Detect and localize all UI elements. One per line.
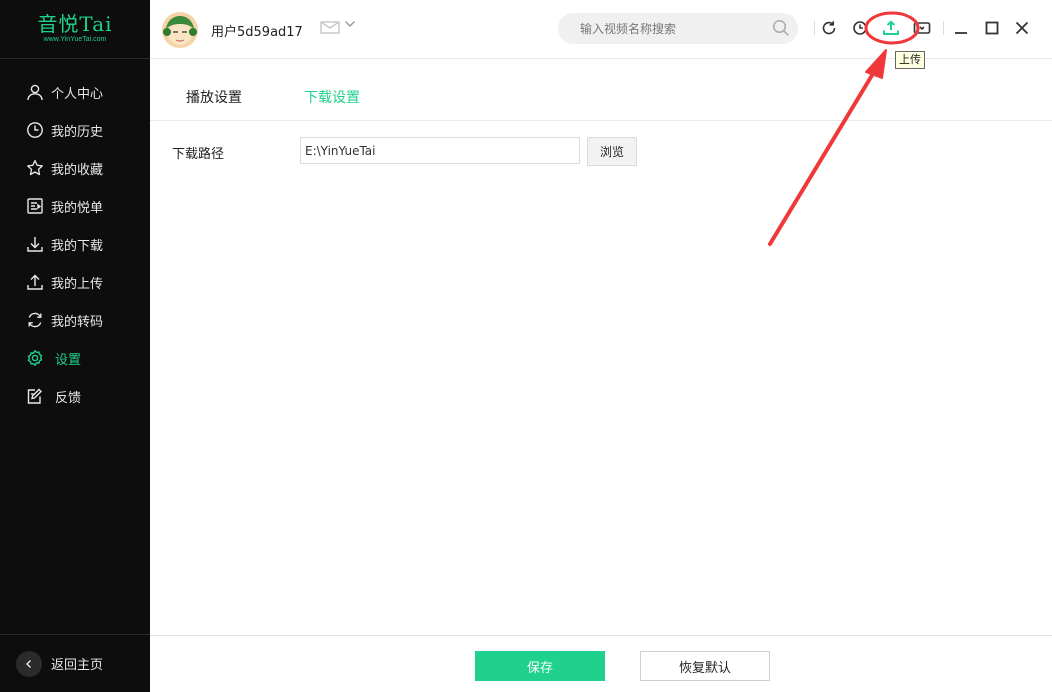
chevron-down-icon: [345, 21, 355, 27]
maximize-icon: [985, 21, 999, 35]
playlist-icon: [27, 198, 43, 214]
convert-icon: [28, 312, 42, 328]
username[interactable]: 用户5d59ad17: [211, 21, 303, 40]
download-path-input[interactable]: [300, 137, 580, 164]
back-icon: [16, 650, 42, 677]
logo-url: www.YinYueTai.com: [43, 36, 107, 43]
minimize-button[interactable]: [951, 18, 971, 38]
avatar[interactable]: [162, 12, 198, 48]
maximize-button[interactable]: [982, 18, 1002, 38]
sidebar-item-label: 我的上传: [51, 276, 104, 292]
sidebar-item-label: 我的下载: [51, 238, 104, 254]
feedback-icon: [27, 388, 42, 404]
screen-icon: [913, 22, 931, 34]
sidebar-nav: 个人中心 我的历史 我的收藏 我的悦单 我的下载 我的上传 我的转码 设置 反馈: [0, 59, 150, 415]
sidebar-item-label: 反馈: [55, 390, 82, 406]
history-button[interactable]: [850, 18, 870, 38]
toolbar-divider: [943, 21, 944, 35]
logo-text: 音悦Tai: [37, 12, 113, 36]
tab-playback-settings[interactable]: 播放设置: [186, 87, 242, 107]
settings-tabs: 播放设置 下载设置: [150, 60, 1052, 121]
clock-icon: [27, 122, 43, 138]
upload-icon: [883, 20, 899, 35]
mail-icon: [320, 21, 340, 34]
download-path-label: 下载路径: [172, 147, 225, 162]
save-button[interactable]: 保存: [475, 651, 605, 681]
search-box: [558, 13, 798, 44]
sidebar-item-label: 个人中心: [51, 86, 104, 102]
sidebar-item-profile[interactable]: 个人中心: [0, 73, 150, 111]
app-logo[interactable]: 音悦Tai www.YinYueTai.com: [0, 0, 150, 59]
close-icon: [1015, 21, 1029, 35]
sidebar-item-playlists[interactable]: 我的悦单: [0, 187, 150, 225]
download-icon: [27, 237, 43, 252]
minimize-icon: [955, 32, 967, 34]
upload-icon: [27, 274, 43, 290]
sidebar: 音悦Tai www.YinYueTai.com 个人中心 我的历史 我的收藏 我…: [0, 0, 150, 692]
sidebar-item-label: 我的收藏: [51, 162, 104, 178]
sidebar-item-history[interactable]: 我的历史: [0, 111, 150, 149]
user-icon: [27, 84, 43, 101]
restore-defaults-button[interactable]: 恢复默认: [640, 651, 770, 681]
close-button[interactable]: [1012, 18, 1032, 38]
tab-download-settings[interactable]: 下载设置: [304, 87, 360, 107]
upload-button[interactable]: [881, 18, 901, 38]
sidebar-item-feedback[interactable]: 反馈: [0, 377, 150, 415]
sidebar-item-favorites[interactable]: 我的收藏: [0, 149, 150, 187]
search-icon[interactable]: [772, 19, 790, 41]
back-home-label: 返回主页: [51, 658, 104, 673]
footer: 保存 恢复默认: [150, 635, 1052, 692]
search-input[interactable]: [580, 21, 760, 36]
sidebar-item-uploads[interactable]: 我的上传: [0, 263, 150, 301]
sidebar-item-label: 我的转码: [51, 314, 104, 330]
toolbar-divider: [814, 21, 815, 35]
star-icon: [27, 159, 43, 176]
back-home-button[interactable]: 返回主页: [0, 634, 150, 692]
browse-button[interactable]: 浏览: [587, 137, 637, 166]
screen-button[interactable]: [912, 18, 932, 38]
gear-icon: [27, 349, 43, 367]
sidebar-item-downloads[interactable]: 我的下载: [0, 225, 150, 263]
sidebar-item-label: 设置: [55, 352, 82, 368]
refresh-icon: [822, 21, 836, 35]
sidebar-item-label: 我的历史: [51, 124, 104, 140]
mail-menu[interactable]: [320, 20, 356, 34]
sidebar-item-settings[interactable]: 设置: [0, 339, 150, 377]
clock-icon: [853, 21, 867, 35]
refresh-button[interactable]: [819, 18, 839, 38]
sidebar-item-label: 我的悦单: [51, 200, 104, 216]
top-bar: 用户5d59ad17 上传: [150, 0, 1052, 69]
sidebar-item-transcode[interactable]: 我的转码: [0, 301, 150, 339]
